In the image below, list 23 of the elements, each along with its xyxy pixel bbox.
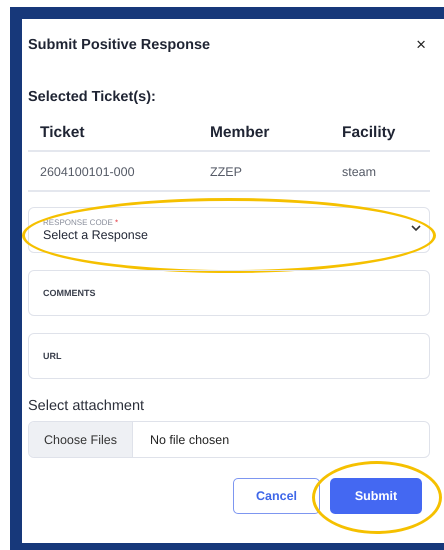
table-cell: ZZEP xyxy=(198,151,330,191)
input-field[interactable]: COMMENTS xyxy=(28,270,430,316)
column-header: Ticket xyxy=(28,122,198,151)
field-label: COMMENTS xyxy=(43,288,96,298)
file-status: No file chosen xyxy=(148,432,230,446)
select-field[interactable]: RESPONSE CODE * Select a Response xyxy=(28,207,430,253)
close-button[interactable]: × xyxy=(416,35,430,55)
column-header: Member xyxy=(198,122,330,151)
cancel-button[interactable]: Cancel xyxy=(233,478,320,514)
dialog-title: Submit Positive Response xyxy=(28,37,210,53)
file-input[interactable]: Choose Files No file chosen xyxy=(28,421,430,458)
field-label: RESPONSE CODE * xyxy=(43,218,120,227)
choose-files-button[interactable]: Choose Files xyxy=(29,422,133,457)
submit-button[interactable]: Submit xyxy=(330,478,422,514)
chevron-down-icon xyxy=(411,225,421,232)
attachment-label: Select attachment xyxy=(28,398,146,414)
column-header: Facility xyxy=(330,122,430,151)
input-field[interactable]: URL xyxy=(28,333,430,379)
table-cell: 2604100101-000 xyxy=(28,151,198,191)
table-cell: steam xyxy=(330,151,430,191)
select-value: Select a Response xyxy=(43,228,149,242)
field-label: URL xyxy=(43,351,62,361)
section-heading: Selected Ticket(s): xyxy=(28,89,157,105)
